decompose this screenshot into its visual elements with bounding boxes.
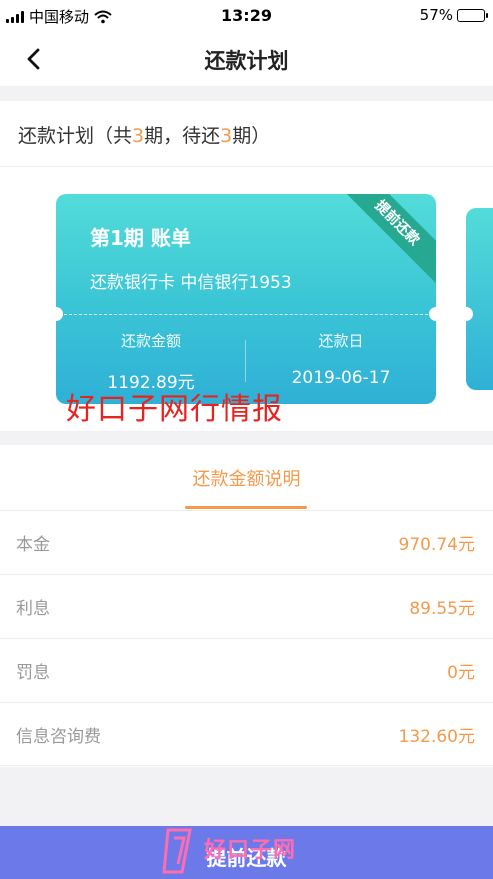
nav-bar: 还款计划 — [0, 32, 493, 86]
row-label: 利息 — [16, 599, 50, 619]
card-notch-right — [429, 307, 436, 321]
summary-prefix: 还款计划（共 — [18, 125, 133, 147]
detail-row-interest: 利息 89.55元 — [0, 574, 493, 638]
detail-rows: 本金 970.74元 利息 89.55元 罚息 0元 信息咨询费 132.60元 — [0, 510, 493, 766]
summary-total: 3 — [132, 125, 145, 147]
page-title: 还款计划 — [204, 49, 289, 73]
amount-detail-panel: 还款金额说明 本金 970.74元 利息 89.55元 罚息 0元 信息咨询费 … — [0, 445, 493, 767]
bill-card[interactable]: 提前还款 第1期 账单 还款银行卡 中信银行1953 还款金额 1192.89元… — [56, 194, 436, 404]
logo-text: 好口子网 — [204, 838, 297, 863]
row-label: 信息咨询费 — [16, 726, 101, 747]
watermark-text: 好口子网行情报 — [66, 392, 283, 427]
summary-pending: 3 — [220, 125, 233, 147]
row-label: 本金 — [16, 535, 50, 555]
row-value: 89.55元 — [409, 599, 475, 619]
plan-summary: 还款计划（共3期，待还3期） — [0, 101, 493, 167]
status-bar: 中国移动 13:29 57% — [0, 0, 493, 32]
summary-mid: 期，待还 — [144, 125, 221, 147]
card-notch-left — [56, 307, 63, 321]
amount-label: 还款金额 — [120, 332, 181, 350]
row-value: 132.60元 — [398, 726, 475, 747]
card-divider — [64, 314, 428, 315]
row-label: 罚息 — [16, 663, 50, 683]
bill-bank-card: 还款银行卡 中信银行1953 — [90, 273, 292, 293]
battery-icon — [457, 8, 488, 22]
tab-indicator — [185, 506, 307, 509]
detail-row-principal: 本金 970.74元 — [0, 510, 493, 574]
next-card-notch — [459, 307, 473, 321]
detail-row-consulting-fee: 信息咨询费 132.60元 — [0, 702, 493, 766]
watermark-logo: 好口子网 — [160, 826, 320, 879]
tab-amount-detail[interactable]: 还款金额说明 — [0, 465, 493, 491]
bill-period: 第1期 账单 — [90, 226, 191, 250]
logo-icon — [162, 828, 192, 874]
row-value: 0元 — [447, 663, 475, 683]
row-value: 970.74元 — [398, 535, 475, 555]
battery-percent: 57% — [419, 6, 453, 24]
date-label: 还款日 — [318, 332, 364, 350]
detail-row-penalty: 罚息 0元 — [0, 638, 493, 702]
prepay-ribbon[interactable]: 提前还款 — [333, 194, 436, 287]
summary-suffix: 期） — [232, 125, 271, 147]
next-bill-card[interactable] — [459, 208, 493, 390]
battery-group: 57% — [419, 6, 488, 24]
